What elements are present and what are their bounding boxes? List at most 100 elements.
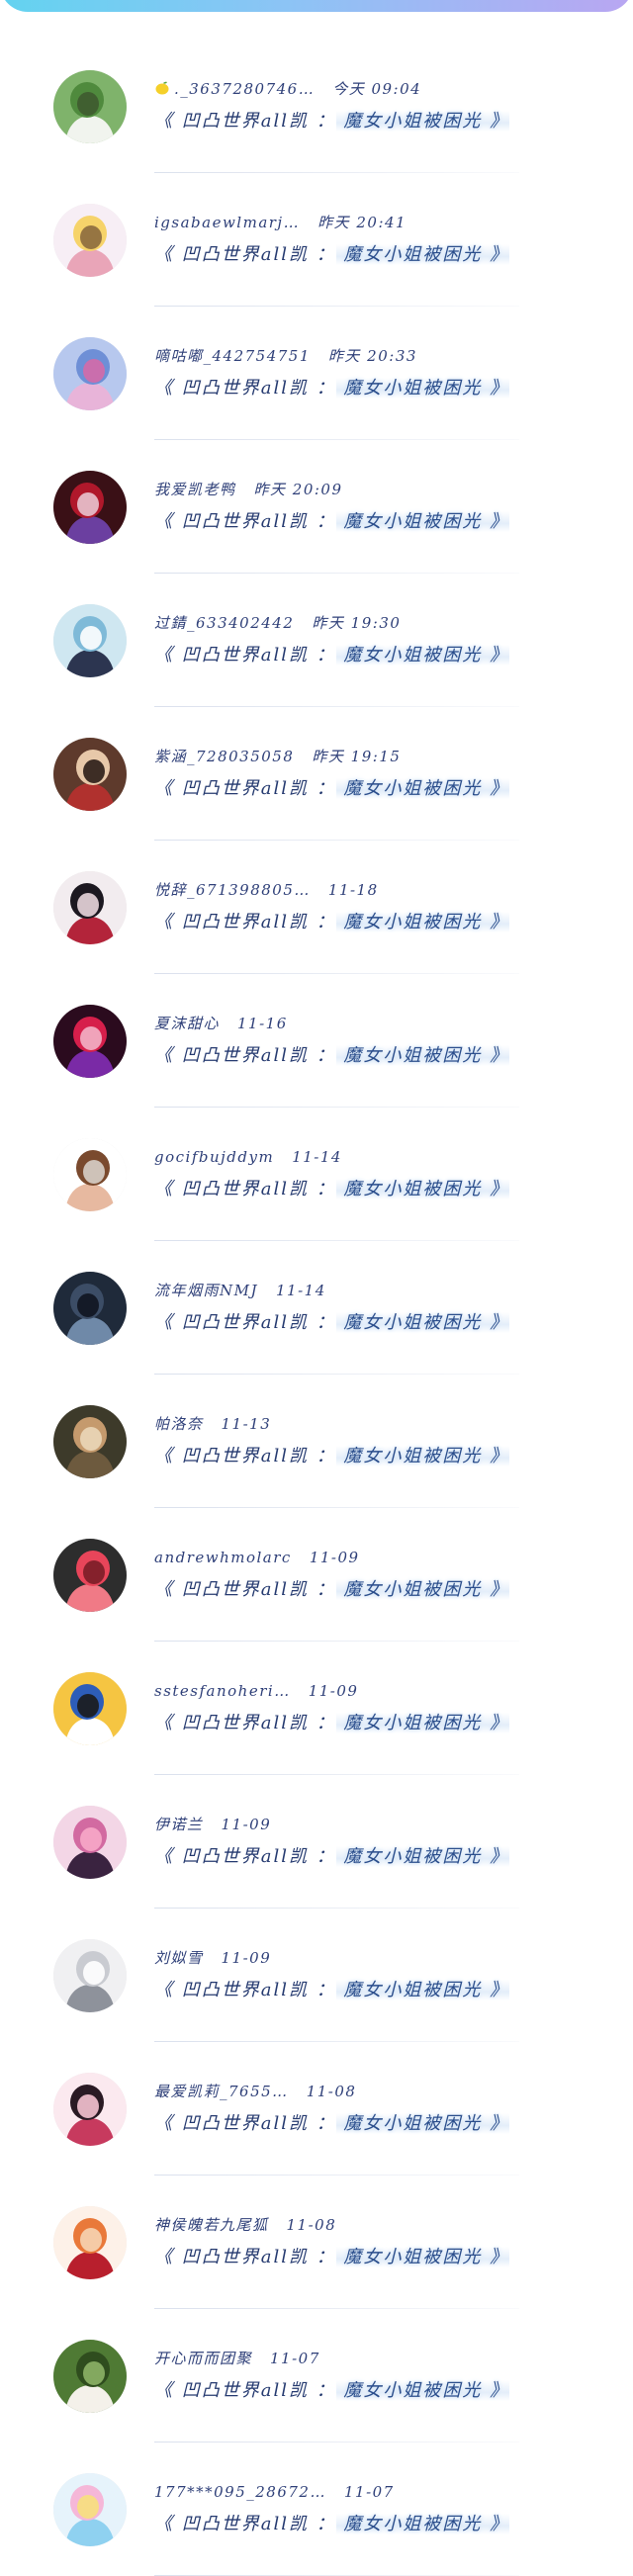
comment-highlight: 魔女小姐被困光 》 bbox=[335, 1045, 510, 1066]
comment-text: 《 凹凸世界all凯 ： 魔女小姐被困光 》 bbox=[154, 777, 510, 801]
comment-text: 《 凹凸世界all凯 ： 魔女小姐被困光 》 bbox=[154, 1445, 510, 1468]
list-item[interactable]: 伊诺兰 11-09 《 凹凸世界all凯 ： 魔女小姐被困光 》 bbox=[0, 1775, 633, 1909]
timestamp: 昨天 19:15 bbox=[312, 748, 402, 765]
list-item[interactable]: 神侯魄若九尾狐 11-08 《 凹凸世界all凯 ： 魔女小姐被困光 》 bbox=[0, 2176, 633, 2309]
username[interactable]: 悦辞_671398805… bbox=[154, 881, 311, 899]
comment-text: 《 凹凸世界all凯 ： 魔女小姐被困光 》 bbox=[154, 2379, 510, 2403]
comment-meta: andrewhmolarc 11-09 bbox=[154, 1548, 360, 1567]
comment-highlight: 魔女小姐被困光 》 bbox=[335, 2514, 510, 2534]
list-item[interactable]: 我爱凯老鸭 昨天 20:09 《 凹凸世界all凯 ： 魔女小姐被困光 》 bbox=[0, 440, 633, 574]
comment-list: ._3637280746… 今天 09:04 《 凹凸世界all凯 ： 魔女小姐被… bbox=[0, 40, 633, 2576]
avatar[interactable] bbox=[53, 871, 127, 944]
comment-text: 《 凹凸世界all凯 ： 魔女小姐被困光 》 bbox=[154, 510, 510, 534]
timestamp: 11-08 bbox=[306, 2083, 357, 2100]
username[interactable]: gocifbujddym bbox=[154, 1148, 274, 1166]
avatar[interactable] bbox=[53, 1539, 127, 1612]
list-item[interactable]: 帕洛奈 11-13 《 凹凸世界all凯 ： 魔女小姐被困光 》 bbox=[0, 1375, 633, 1508]
comment-prefix: 《 凹凸世界all凯 ： bbox=[154, 1312, 336, 1333]
comment-prefix: 《 凹凸世界all凯 ： bbox=[154, 2380, 336, 2401]
list-item[interactable]: gocifbujddym 11-14 《 凹凸世界all凯 ： 魔女小姐被困光 》 bbox=[0, 1108, 633, 1241]
username[interactable]: 最爱凯莉_7655… bbox=[154, 2083, 289, 2100]
avatar[interactable] bbox=[53, 1939, 127, 2012]
timestamp: 昨天 20:41 bbox=[317, 214, 407, 231]
username[interactable]: 开心而而团聚 bbox=[154, 2350, 252, 2367]
username[interactable]: 神侯魄若九尾狐 bbox=[154, 2216, 269, 2234]
list-item[interactable]: andrewhmolarc 11-09 《 凹凸世界all凯 ： 魔女小姐被困光 … bbox=[0, 1508, 633, 1642]
avatar[interactable] bbox=[53, 2073, 127, 2146]
username[interactable]: sstesfanoheri… bbox=[154, 1682, 291, 1700]
avatar[interactable] bbox=[53, 1272, 127, 1345]
comment-text: 《 凹凸世界all凯 ： 魔女小姐被困光 》 bbox=[154, 110, 510, 133]
list-item[interactable]: 开心而而团聚 11-07 《 凹凸世界all凯 ： 魔女小姐被困光 》 bbox=[0, 2309, 633, 2443]
list-item[interactable]: 嘀咕嘟_442754751 昨天 20:33 《 凹凸世界all凯 ： 魔女小姐被… bbox=[0, 307, 633, 440]
list-item[interactable]: 紫涵_728035058 昨天 19:15 《 凹凸世界all凯 ： 魔女小姐被困… bbox=[0, 707, 633, 841]
username[interactable]: ._3637280746… bbox=[174, 80, 315, 98]
list-item[interactable]: 刘姒雪 11-09 《 凹凸世界all凯 ： 魔女小姐被困光 》 bbox=[0, 1909, 633, 2042]
comment-highlight: 魔女小姐被困光 》 bbox=[335, 912, 510, 933]
comment-prefix: 《 凹凸世界all凯 ： bbox=[154, 912, 336, 933]
comment-meta: 伊诺兰 11-09 bbox=[154, 1815, 271, 1834]
timestamp: 11-09 bbox=[221, 1949, 272, 1967]
comment-meta: 177***095_28672… 11-07 bbox=[154, 2482, 395, 2502]
list-item[interactable]: 177***095_28672… 11-07 《 凹凸世界all凯 ： 魔女小姐被… bbox=[0, 2443, 633, 2576]
username[interactable]: 伊诺兰 bbox=[154, 1816, 204, 1833]
comment-highlight: 魔女小姐被困光 》 bbox=[335, 1179, 510, 1199]
avatar[interactable] bbox=[53, 337, 127, 410]
comment-text: 《 凹凸世界all凯 ： 魔女小姐被困光 》 bbox=[154, 2246, 510, 2269]
list-item[interactable]: 最爱凯莉_7655… 11-08 《 凹凸世界all凯 ： 魔女小姐被困光 》 bbox=[0, 2042, 633, 2176]
timestamp: 11-14 bbox=[276, 1282, 326, 1299]
avatar[interactable] bbox=[53, 1405, 127, 1478]
list-item[interactable]: ._3637280746… 今天 09:04 《 凹凸世界all凯 ： 魔女小姐被… bbox=[0, 40, 633, 173]
avatar[interactable] bbox=[53, 1672, 127, 1745]
avatar[interactable] bbox=[53, 2473, 127, 2546]
comment-meta: 过錆_633402442 昨天 19:30 bbox=[154, 613, 401, 633]
username[interactable]: 过錆_633402442 bbox=[154, 614, 294, 632]
top-gradient-header bbox=[0, 0, 633, 12]
timestamp: 昨天 20:33 bbox=[327, 347, 417, 365]
comment-meta: 开心而而团聚 11-07 bbox=[154, 2349, 320, 2368]
username[interactable]: 紫涵_728035058 bbox=[154, 748, 294, 765]
comment-meta: 流年烟雨NMJ 11-14 bbox=[154, 1281, 326, 1300]
comment-meta: 紫涵_728035058 昨天 19:15 bbox=[154, 747, 401, 766]
comment-meta: 最爱凯莉_7655… 11-08 bbox=[154, 2082, 356, 2101]
comment-text: 《 凹凸世界all凯 ： 魔女小姐被困光 》 bbox=[154, 377, 510, 400]
list-item[interactable]: 夏沫甜心 11-16 《 凹凸世界all凯 ： 魔女小姐被困光 》 bbox=[0, 974, 633, 1108]
avatar[interactable] bbox=[53, 1806, 127, 1879]
username[interactable]: 刘姒雪 bbox=[154, 1949, 204, 1967]
username[interactable]: 我爱凯老鸭 bbox=[154, 481, 236, 498]
timestamp: 今天 09:04 bbox=[332, 80, 422, 98]
comment-highlight: 魔女小姐被困光 》 bbox=[335, 244, 510, 265]
list-item[interactable]: 悦辞_671398805… 11-18 《 凹凸世界all凯 ： 魔女小姐被困光 … bbox=[0, 841, 633, 974]
list-item[interactable]: 过錆_633402442 昨天 19:30 《 凹凸世界all凯 ： 魔女小姐被困… bbox=[0, 574, 633, 707]
comment-text: 《 凹凸世界all凯 ： 魔女小姐被困光 》 bbox=[154, 2513, 510, 2536]
comment-highlight: 魔女小姐被困光 》 bbox=[335, 2247, 510, 2267]
avatar[interactable] bbox=[53, 1005, 127, 1078]
username[interactable]: 177***095_28672… bbox=[154, 2483, 326, 2501]
comment-meta: 刘姒雪 11-09 bbox=[154, 1948, 271, 1968]
avatar[interactable] bbox=[53, 1138, 127, 1211]
username[interactable]: 流年烟雨NMJ bbox=[154, 1282, 258, 1299]
avatar[interactable] bbox=[53, 604, 127, 677]
username[interactable]: 夏沫甜心 bbox=[154, 1015, 220, 1032]
list-item[interactable]: 流年烟雨NMJ 11-14 《 凹凸世界all凯 ： 魔女小姐被困光 》 bbox=[0, 1241, 633, 1375]
avatar[interactable] bbox=[53, 471, 127, 544]
list-item[interactable]: sstesfanoheri… 11-09 《 凹凸世界all凯 ： 魔女小姐被困光… bbox=[0, 1642, 633, 1775]
avatar[interactable] bbox=[53, 70, 127, 143]
avatar[interactable] bbox=[53, 204, 127, 277]
comment-meta: 夏沫甜心 11-16 bbox=[154, 1014, 288, 1033]
comment-text: 《 凹凸世界all凯 ： 魔女小姐被困光 》 bbox=[154, 1979, 510, 2002]
comment-highlight: 魔女小姐被困光 》 bbox=[335, 778, 510, 799]
username[interactable]: andrewhmolarc bbox=[154, 1549, 292, 1566]
comment-highlight: 魔女小姐被困光 》 bbox=[335, 1980, 510, 2000]
list-item[interactable]: igsabaewlmarj… 昨天 20:41 《 凹凸世界all凯 ： 魔女小姐… bbox=[0, 173, 633, 307]
comment-meta: igsabaewlmarj… 昨天 20:41 bbox=[154, 213, 407, 232]
avatar[interactable] bbox=[53, 2206, 127, 2279]
username[interactable]: igsabaewlmarj… bbox=[154, 214, 300, 231]
timestamp: 昨天 19:30 bbox=[312, 614, 402, 632]
username[interactable]: 嘀咕嘟_442754751 bbox=[154, 347, 311, 365]
comment-highlight: 魔女小姐被困光 》 bbox=[335, 1579, 510, 1600]
avatar[interactable] bbox=[53, 738, 127, 811]
comment-prefix: 《 凹凸世界all凯 ： bbox=[154, 2113, 336, 2134]
username[interactable]: 帕洛奈 bbox=[154, 1415, 204, 1433]
avatar[interactable] bbox=[53, 2340, 127, 2413]
